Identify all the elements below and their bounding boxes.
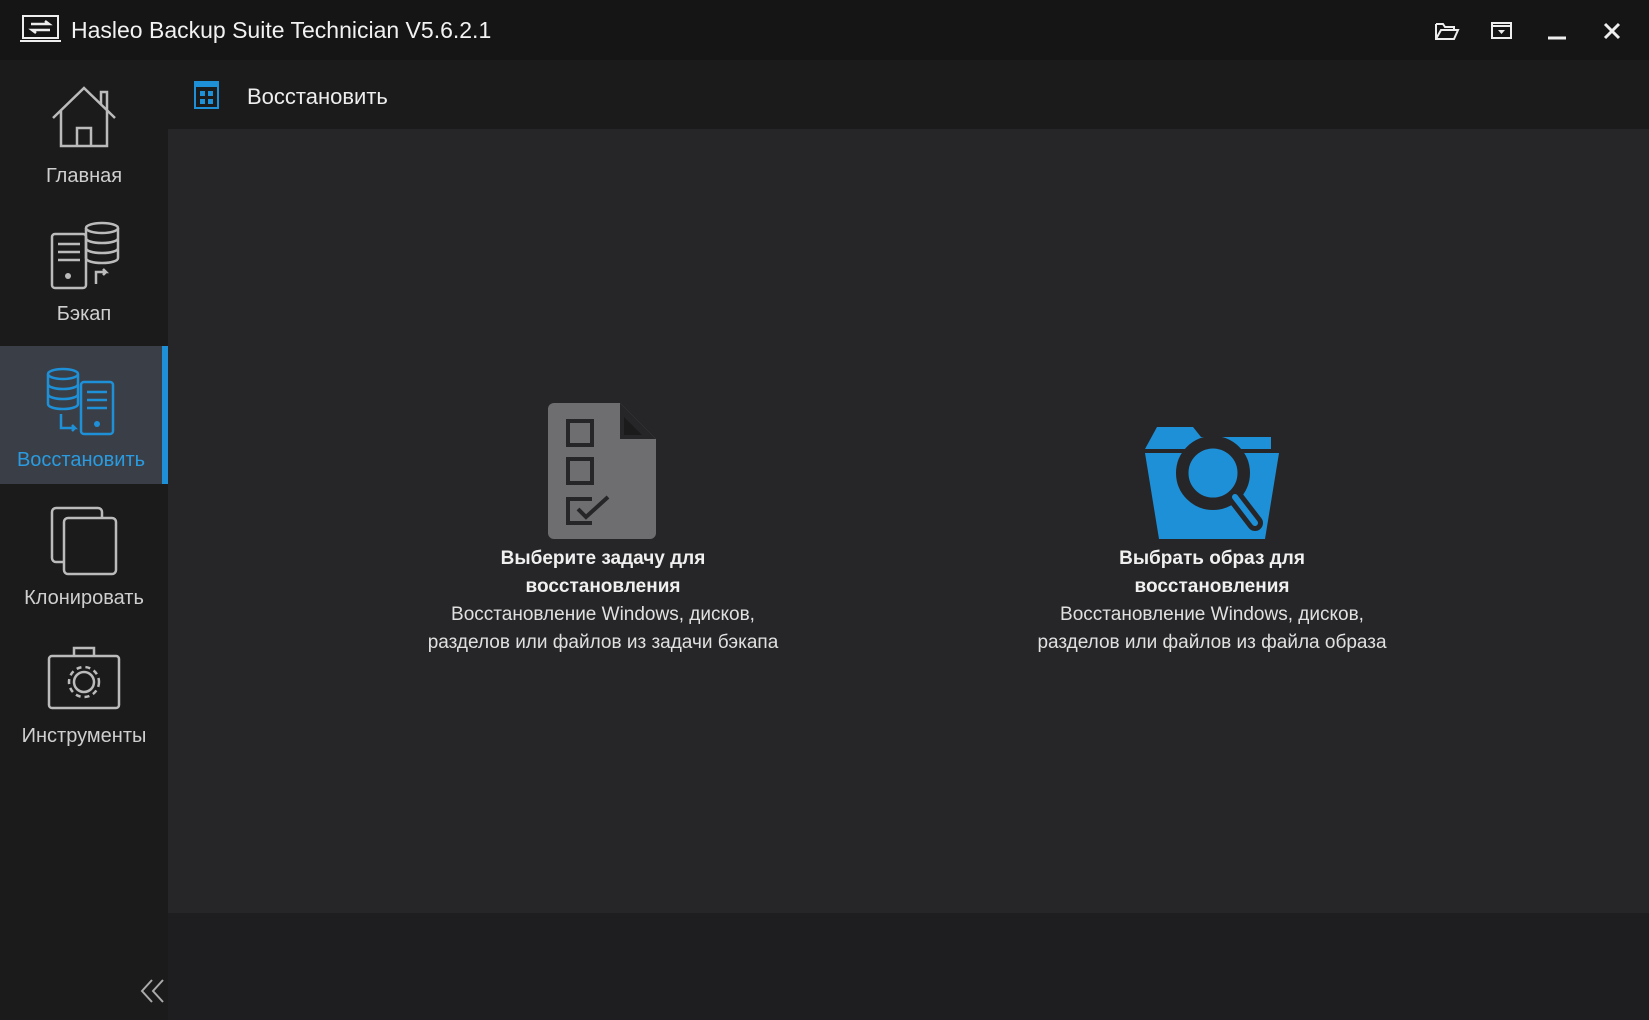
page-header: Восстановить <box>168 60 1649 129</box>
select-image-card[interactable]: Выбрать образ для восстановления Восстан… <box>1032 399 1392 656</box>
page-title: Восстановить <box>247 84 388 109</box>
sidebar-item-tools[interactable]: Инструменты <box>0 622 168 760</box>
sidebar-item-home[interactable]: Главная <box>0 62 168 200</box>
card-title: Выбрать образ для восстановления <box>1119 548 1305 597</box>
open-folder-button[interactable] <box>1432 16 1462 46</box>
backup-icon <box>50 221 120 290</box>
sidebar: Главная Бэкап Восстановить Клонировать И… <box>0 60 168 1020</box>
card-title: Выберите задачу для восстановления <box>500 548 706 597</box>
window-title: Hasleo Backup Suite Technician V5.6.2.1 <box>71 17 492 43</box>
card-description: Восстановление Windows, дисков, разделов… <box>427 604 779 653</box>
folder-search-icon <box>1032 399 1392 539</box>
select-task-card[interactable]: Выберите задачу для восстановления Восст… <box>423 399 783 656</box>
title-bar: Hasleo Backup Suite Technician V5.6.2.1 <box>0 0 1649 60</box>
minimize-button[interactable] <box>1542 16 1572 46</box>
menu-dropdown-button[interactable] <box>1487 16 1517 46</box>
card-description: Восстановление Windows, дисков, разделов… <box>1037 604 1387 653</box>
tools-icon <box>47 646 121 710</box>
sidebar-item-backup[interactable]: Бэкап <box>0 200 168 338</box>
home-icon <box>52 86 116 148</box>
restore-icon <box>46 367 115 436</box>
task-checklist-icon <box>423 399 783 539</box>
app-logo-icon <box>20 15 62 48</box>
collapse-sidebar-icon[interactable] <box>140 978 166 1009</box>
close-button[interactable] <box>1597 16 1627 46</box>
content-area: Выберите задачу для восстановления Восст… <box>168 129 1649 913</box>
sidebar-item-restore[interactable]: Восстановить <box>0 346 168 484</box>
sidebar-item-clone[interactable]: Клонировать <box>0 484 168 622</box>
clone-icon <box>50 506 118 576</box>
restore-grid-icon <box>194 81 219 114</box>
